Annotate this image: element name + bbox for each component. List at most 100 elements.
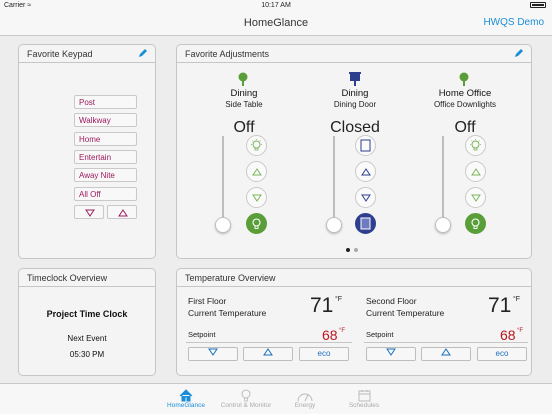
shade-slider-track[interactable] xyxy=(333,136,335,226)
setpoint-down-button[interactable] xyxy=(188,347,238,361)
keypad-button-away-nite[interactable]: Away Nite xyxy=(74,168,137,182)
adjust-column-dining-door: Dining Dining Door xyxy=(333,88,377,109)
next-event-time: 05:30 PM xyxy=(69,350,105,359)
raise-button[interactable] xyxy=(465,161,486,182)
triangle-up-icon xyxy=(470,167,481,175)
keypad-raise-button[interactable] xyxy=(107,205,137,219)
energy-icon xyxy=(297,393,313,402)
page-title: HomeGlance xyxy=(243,17,309,29)
zone-subtitle: Current Temperature xyxy=(366,308,445,318)
status-bar: Carrier ≈ 10:17 AM xyxy=(0,0,552,12)
current-temperature: 71 xyxy=(310,294,334,317)
zone-name: Second Floor xyxy=(366,296,417,306)
eco-button[interactable]: eco xyxy=(299,347,349,361)
panel-header: Favorite Adjustments xyxy=(177,45,531,63)
triangle-down-icon xyxy=(208,348,218,356)
lightbulb-icon xyxy=(471,218,480,229)
panel-header: Favorite Keypad xyxy=(19,45,155,63)
lamp-icon xyxy=(238,72,248,86)
triangle-up-icon xyxy=(118,209,128,217)
zone-name: First Floor xyxy=(188,296,227,306)
setpoint-up-button[interactable] xyxy=(243,347,293,361)
lower-button[interactable] xyxy=(465,187,486,208)
light-off-button[interactable] xyxy=(246,213,267,234)
lamp-icon xyxy=(459,72,469,86)
setpoint-label: Setpoint xyxy=(366,330,394,339)
setpoint-down-button[interactable] xyxy=(366,347,416,361)
shade-close-button[interactable] xyxy=(355,213,376,234)
keypad-button-entertain[interactable]: Entertain xyxy=(74,150,137,164)
device-state: Closed xyxy=(330,119,380,136)
dimmer-slider-track[interactable] xyxy=(222,136,224,226)
calendar-icon xyxy=(358,390,370,402)
setpoint-unit: °F xyxy=(517,328,524,334)
zone-subtitle: Current Temperature xyxy=(188,308,267,318)
lower-button[interactable] xyxy=(355,187,376,208)
dimmer-slider-knob[interactable] xyxy=(435,217,451,233)
light-on-button[interactable] xyxy=(465,135,486,156)
raise-button[interactable] xyxy=(246,161,267,182)
triangle-down-icon xyxy=(85,209,95,217)
timeclock-name: Project Time Clock xyxy=(46,309,128,319)
lightbulb-outline-icon xyxy=(251,139,262,151)
setpoint-label: Setpoint xyxy=(188,330,216,339)
divider xyxy=(364,342,528,343)
triangle-up-icon xyxy=(441,348,451,356)
triangle-up-icon xyxy=(251,167,262,175)
keypad-button-home[interactable]: Home xyxy=(74,132,137,146)
dimmer-slider-track[interactable] xyxy=(442,136,444,226)
light-off-button[interactable] xyxy=(465,213,486,234)
adjust-column-side-table: Dining Side Table xyxy=(225,88,263,109)
shade-open-icon xyxy=(360,139,371,152)
keypad-button-walkway[interactable]: Walkway xyxy=(74,113,137,127)
favorite-keypad-panel: Favorite Keypad Post Walkway Home Entert… xyxy=(18,44,156,259)
lightbulb-outline-icon xyxy=(470,139,481,151)
tab-schedules[interactable]: Schedules xyxy=(324,384,404,409)
next-event-label: Next Event xyxy=(67,334,107,343)
triangle-up-icon xyxy=(360,167,371,175)
shade-closed-icon xyxy=(360,217,371,230)
setpoint-up-button[interactable] xyxy=(421,347,471,361)
dimmer-slider-knob[interactable] xyxy=(215,217,231,233)
lightbulb-icon xyxy=(241,389,251,402)
setpoint-value: 68 xyxy=(322,327,338,343)
setpoint-unit: °F xyxy=(339,328,346,334)
triangle-down-icon xyxy=(251,194,262,202)
light-on-button[interactable] xyxy=(246,135,267,156)
lower-button[interactable] xyxy=(246,187,267,208)
edit-pencil-icon[interactable] xyxy=(138,48,148,58)
keypad-button-post[interactable]: Post xyxy=(74,95,137,109)
eco-button[interactable]: eco xyxy=(477,347,527,361)
shade-open-button[interactable] xyxy=(355,135,376,156)
raise-button[interactable] xyxy=(355,161,376,182)
divider xyxy=(186,342,352,343)
keypad-lower-button[interactable] xyxy=(74,205,104,219)
edit-pencil-icon[interactable] xyxy=(514,48,524,58)
device-state: Off xyxy=(454,119,476,136)
timeclock-overview-panel: Timeclock Overview Project Time Clock Ne… xyxy=(18,268,156,376)
shade-icon xyxy=(349,72,361,86)
battery-indicator xyxy=(530,2,546,8)
page-dot xyxy=(354,248,358,252)
triangle-down-icon xyxy=(386,348,396,356)
page-indicator[interactable] xyxy=(344,239,360,257)
temperature-unit: °F xyxy=(335,296,343,303)
current-temperature: 71 xyxy=(488,294,512,317)
shade-slider-knob[interactable] xyxy=(326,217,342,233)
battery-icon xyxy=(530,2,546,8)
triangle-down-icon xyxy=(470,194,481,202)
adjust-column-office-downlights: Home Office Office Downlights xyxy=(433,88,497,109)
home-icon xyxy=(179,389,193,402)
nav-bar: HomeGlance HWQS Demo xyxy=(0,12,552,36)
tab-bar: HomeGlance Control & Monitor Energy Sche… xyxy=(0,383,552,414)
clock: 10:17 AM xyxy=(261,2,291,9)
page-dot-active xyxy=(346,248,350,252)
lightbulb-icon xyxy=(252,218,261,229)
panel-header: Timeclock Overview xyxy=(19,269,155,287)
device-state: Off xyxy=(233,119,255,136)
triangle-up-icon xyxy=(263,348,273,356)
setpoint-value: 68 xyxy=(500,327,516,343)
system-name-button[interactable]: HWQS Demo xyxy=(483,17,544,28)
panel-header: Temperature Overview xyxy=(177,269,531,287)
keypad-button-all-off[interactable]: All Off xyxy=(74,187,137,201)
